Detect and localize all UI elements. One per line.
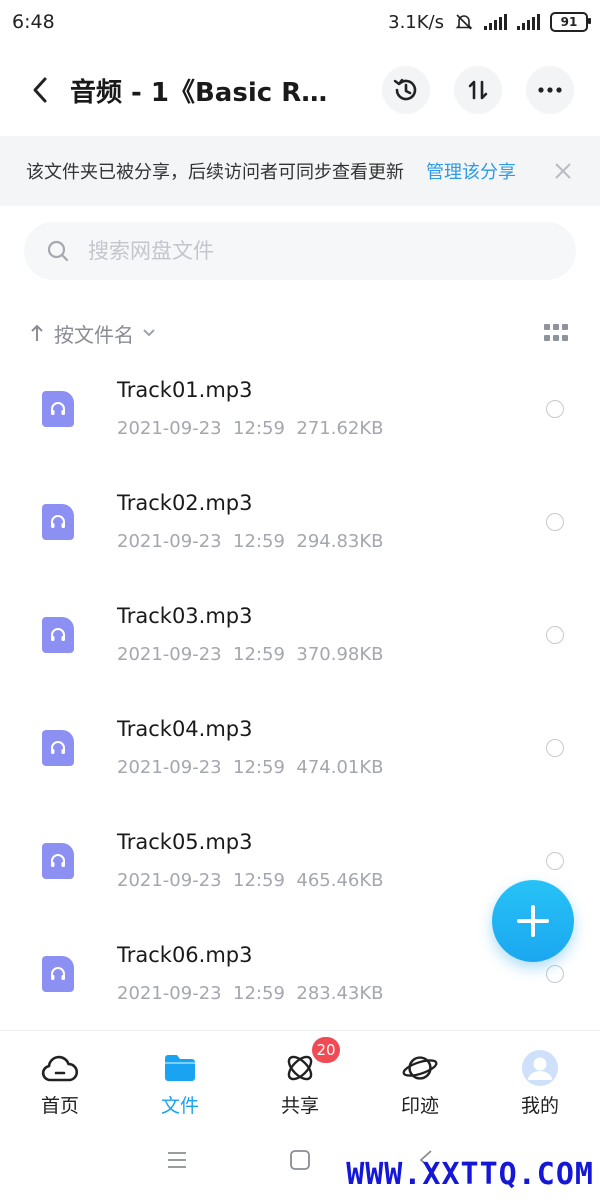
tab-label: 首页 bbox=[40, 1095, 79, 1117]
tab-files[interactable]: 文件 bbox=[120, 1031, 240, 1121]
sort-by-name[interactable]: 按文件名 bbox=[54, 319, 134, 348]
folder-icon bbox=[161, 1049, 199, 1087]
back-icon bbox=[33, 77, 47, 103]
search-input[interactable] bbox=[86, 238, 530, 264]
battery-indicator: 91 bbox=[550, 12, 591, 32]
file-row[interactable]: Track03.mp3 2021-09-23 12:59 370.98KB bbox=[0, 586, 600, 699]
file-name: Track04.mp3 bbox=[117, 717, 253, 741]
history-icon bbox=[393, 78, 417, 101]
select-checkbox[interactable] bbox=[546, 965, 564, 983]
bottom-tab-bar: 首页 文件 20 共享 印迹 我的 bbox=[0, 1030, 600, 1121]
search-bar[interactable] bbox=[24, 222, 576, 280]
file-meta: 2021-09-23 12:59 465.46KB bbox=[117, 870, 384, 891]
home-nav-button[interactable] bbox=[286, 1146, 314, 1174]
signal-4g-icon bbox=[484, 14, 507, 30]
more-icon bbox=[538, 87, 562, 93]
file-meta: 2021-09-23 12:59 294.83KB bbox=[117, 531, 384, 552]
file-name: Track01.mp3 bbox=[117, 378, 253, 402]
file-name: Track06.mp3 bbox=[117, 943, 253, 967]
tab-label: 我的 bbox=[520, 1095, 559, 1117]
arrow-up-icon[interactable] bbox=[30, 323, 44, 343]
manage-share-link[interactable]: 管理该分享 bbox=[426, 158, 516, 184]
history-button[interactable] bbox=[382, 66, 430, 114]
search-icon bbox=[47, 240, 69, 262]
select-checkbox[interactable] bbox=[546, 852, 564, 870]
grid-view-icon[interactable] bbox=[544, 324, 568, 342]
file-name: Track05.mp3 bbox=[117, 830, 253, 854]
system-nav-bar: WWW.XXTTQ.COM bbox=[0, 1120, 600, 1200]
chevron-down-icon[interactable] bbox=[142, 328, 156, 338]
sort-order-icon bbox=[468, 80, 488, 100]
status-bar: 6:48 3.1K/s 91 bbox=[0, 0, 600, 44]
header-actions bbox=[382, 66, 574, 114]
audio-file-icon bbox=[42, 617, 74, 653]
audio-file-icon bbox=[42, 730, 74, 766]
tab-share[interactable]: 20 共享 bbox=[240, 1031, 360, 1121]
file-name: Track02.mp3 bbox=[117, 491, 253, 515]
file-meta: 2021-09-23 12:59 370.98KB bbox=[117, 644, 384, 665]
status-time: 6:48 bbox=[12, 11, 55, 33]
tab-label: 印迹 bbox=[400, 1095, 439, 1117]
file-meta: 2021-09-23 12:59 271.62KB bbox=[117, 418, 384, 439]
planet-icon bbox=[401, 1049, 439, 1087]
file-row[interactable]: Track01.mp3 2021-09-23 12:59 271.62KB bbox=[0, 360, 600, 473]
share-banner-text: 该文件夹已被分享，后续访问者可同步查看更新 bbox=[26, 162, 404, 183]
tab-traces[interactable]: 印迹 bbox=[360, 1031, 480, 1121]
tab-label: 共享 bbox=[280, 1095, 319, 1117]
header: 音频 - 1《Basic Rea... bbox=[0, 44, 600, 136]
more-button[interactable] bbox=[526, 66, 574, 114]
audio-file-icon bbox=[42, 843, 74, 879]
mute-bell-icon bbox=[455, 14, 473, 30]
plus-icon bbox=[517, 905, 549, 937]
sort-order-button[interactable] bbox=[454, 66, 502, 114]
audio-file-icon bbox=[42, 956, 74, 992]
avatar-icon bbox=[521, 1049, 559, 1087]
tab-label: 文件 bbox=[160, 1095, 199, 1117]
menu-nav-button[interactable] bbox=[163, 1146, 191, 1174]
audio-file-icon bbox=[42, 504, 74, 540]
select-checkbox[interactable] bbox=[546, 626, 564, 644]
file-meta: 2021-09-23 12:59 474.01KB bbox=[117, 757, 384, 778]
tab-me[interactable]: 我的 bbox=[480, 1031, 600, 1121]
close-icon[interactable] bbox=[552, 160, 574, 182]
watermark: WWW.XXTTQ.COM bbox=[346, 1157, 594, 1192]
select-checkbox[interactable] bbox=[546, 739, 564, 757]
file-meta: 2021-09-23 12:59 283.43KB bbox=[117, 983, 384, 1004]
signal-icon bbox=[517, 14, 540, 30]
back-button[interactable] bbox=[22, 72, 58, 108]
home-cloud-icon bbox=[41, 1049, 79, 1087]
page-title: 音频 - 1《Basic Rea... bbox=[70, 77, 338, 108]
status-indicators: 3.1K/s 91 bbox=[388, 11, 591, 33]
share-banner: 该文件夹已被分享，后续访问者可同步查看更新 管理该分享 bbox=[0, 136, 600, 206]
square-icon bbox=[290, 1150, 310, 1170]
file-row[interactable]: Track04.mp3 2021-09-23 12:59 474.01KB bbox=[0, 699, 600, 812]
menu-icon bbox=[168, 1152, 186, 1168]
audio-file-icon bbox=[42, 391, 74, 427]
add-button[interactable] bbox=[492, 880, 574, 962]
sort-row: 按文件名 bbox=[0, 310, 600, 356]
select-checkbox[interactable] bbox=[546, 400, 564, 418]
select-checkbox[interactable] bbox=[546, 513, 564, 531]
tab-home[interactable]: 首页 bbox=[0, 1031, 120, 1121]
network-speed: 3.1K/s bbox=[388, 11, 444, 33]
file-name: Track03.mp3 bbox=[117, 604, 253, 628]
file-row[interactable]: Track02.mp3 2021-09-23 12:59 294.83KB bbox=[0, 473, 600, 586]
notification-badge: 20 bbox=[312, 1037, 340, 1063]
